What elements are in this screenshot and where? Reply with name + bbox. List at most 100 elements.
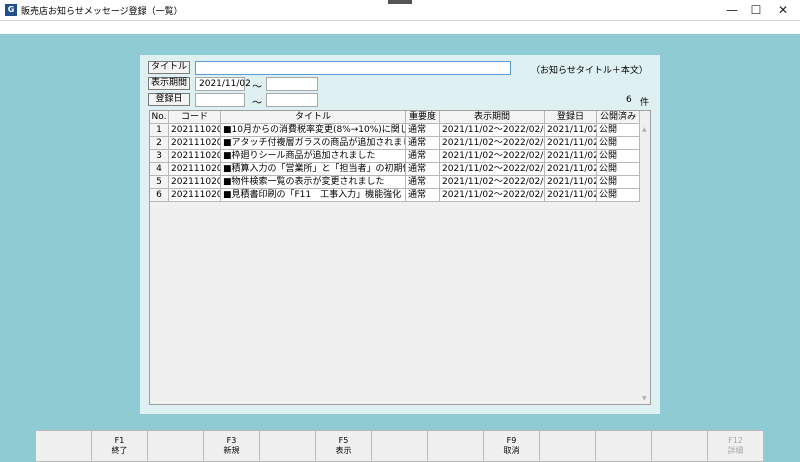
row-number: 1 — [150, 124, 169, 137]
table-row[interactable]: 52021110205■物件検索一覧の表示が変更されました通常2021/11/0… — [150, 176, 640, 189]
app-icon: G — [5, 4, 17, 16]
period-to-input[interactable] — [266, 77, 318, 91]
priority-cell: 通常 — [406, 189, 440, 202]
row-number: 6 — [150, 189, 169, 202]
published-cell: 公開 — [597, 150, 640, 163]
table-row[interactable]: 22021110202■アタッチ付複層ガラスの商品が追加されました通常2021/… — [150, 137, 640, 150]
fkey-code: F3 — [226, 436, 237, 445]
menu-strip — [0, 21, 800, 34]
title-cell: ■積算入力の「営業所」と「担当者」の初期値 — [221, 163, 406, 176]
drag-grip[interactable] — [388, 0, 412, 4]
vertical-scrollbar[interactable]: ▲ ▼ — [641, 125, 650, 404]
table-row[interactable]: 62021110206■見積書印刷の「F11 工事入力」機能強化通常2021/1… — [150, 189, 640, 202]
fkey-label: 新規 — [223, 446, 240, 455]
code-cell: 2021110203 — [169, 150, 221, 163]
title-cell: ■枠廻りシール商品が追加されました — [221, 150, 406, 163]
fkey-blank-button[interactable] — [427, 430, 484, 462]
registered-cell: 2021/11/02 — [545, 137, 597, 150]
registered-cell: 2021/11/02 — [545, 189, 597, 202]
title-filter-input[interactable] — [195, 61, 511, 75]
priority-cell: 通常 — [406, 150, 440, 163]
period-cell: 2021/11/02～2022/02/02 — [440, 124, 545, 137]
priority-cell: 通常 — [406, 137, 440, 150]
row-number: 5 — [150, 176, 169, 189]
header-priority[interactable]: 重要度 — [406, 111, 440, 124]
header-published[interactable]: 公開済み — [597, 111, 640, 124]
fkey-f5-button[interactable]: F5 表示 — [315, 430, 372, 462]
fkey-blank-button[interactable] — [371, 430, 428, 462]
fkey-label: 表示 — [335, 446, 352, 455]
fkey-f9-button[interactable]: F9 取消 — [483, 430, 540, 462]
fkey-code: F12 — [728, 436, 743, 445]
header-code[interactable]: コード — [169, 111, 221, 124]
title-cell: ■見積書印刷の「F11 工事入力」機能強化 — [221, 189, 406, 202]
reg-date-filter-label[interactable]: 登録日 — [148, 93, 190, 106]
period-cell: 2021/11/02～2022/02/02 — [440, 189, 545, 202]
table-row[interactable]: 12021110201■10月からの消費税率変更(8%→10%)に関して通常20… — [150, 124, 640, 137]
row-number: 3 — [150, 150, 169, 163]
window-title: 販売店お知らせメッセージ登録（一覧） — [21, 7, 183, 17]
priority-cell: 通常 — [406, 124, 440, 137]
header-title[interactable]: タイトル — [221, 111, 406, 124]
period-cell: 2021/11/02～2022/02/02 — [440, 137, 545, 150]
fkey-code: F5 — [338, 436, 349, 445]
header-registered[interactable]: 登録日 — [545, 111, 597, 124]
published-cell: 公開 — [597, 176, 640, 189]
row-number: 2 — [150, 137, 169, 150]
code-cell: 2021110204 — [169, 163, 221, 176]
fkey-blank-button[interactable] — [147, 430, 204, 462]
registered-cell: 2021/11/02 — [545, 163, 597, 176]
fkey-blank-button[interactable] — [595, 430, 652, 462]
code-cell: 2021110202 — [169, 137, 221, 150]
fkey-label: 取消 — [503, 446, 520, 455]
fkey-label: 詳細 — [727, 446, 744, 455]
title-filter-label[interactable]: タイトル — [148, 61, 190, 74]
fkey-f1-button[interactable]: F1 終了 — [91, 430, 148, 462]
published-cell: 公開 — [597, 163, 640, 176]
title-bar: G 販売店お知らせメッセージ登録（一覧） — ☐ ✕ — [0, 0, 800, 21]
period-cell: 2021/11/02～2022/02/02 — [440, 176, 545, 189]
reg-tilde: ～ — [252, 98, 262, 109]
period-cell: 2021/11/02～2022/02/02 — [440, 163, 545, 176]
fkey-blank-button[interactable] — [35, 430, 92, 462]
result-count: 6 — [626, 95, 632, 105]
fkey-blank-button[interactable] — [539, 430, 596, 462]
fkey-blank-button[interactable] — [259, 430, 316, 462]
registered-cell: 2021/11/02 — [545, 124, 597, 137]
code-cell: 2021110205 — [169, 176, 221, 189]
header-period[interactable]: 表示期間 — [440, 111, 545, 124]
priority-cell: 通常 — [406, 163, 440, 176]
period-tilde: ～ — [252, 82, 262, 93]
published-cell: 公開 — [597, 189, 640, 202]
title-cell: ■物件検索一覧の表示が変更されました — [221, 176, 406, 189]
published-cell: 公開 — [597, 124, 640, 137]
fkey-f12-button[interactable]: F12 詳細 — [707, 430, 764, 462]
fkey-code: F1 — [114, 436, 125, 445]
result-count-unit: 件 — [640, 98, 650, 108]
reg-from-input[interactable] — [195, 93, 245, 107]
period-cell: 2021/11/02～2022/02/02 — [440, 150, 545, 163]
message-list-grid[interactable]: ▲ ▼ No.コードタイトル重要度表示期間登録日公開済み12021110201■… — [149, 110, 651, 405]
row-number: 4 — [150, 163, 169, 176]
registered-cell: 2021/11/02 — [545, 150, 597, 163]
close-button[interactable]: ✕ — [766, 0, 800, 21]
period-filter-label[interactable]: 表示期間 — [148, 77, 190, 90]
code-cell: 2021110206 — [169, 189, 221, 202]
fkey-blank-button[interactable] — [651, 430, 708, 462]
registered-cell: 2021/11/02 — [545, 176, 597, 189]
scroll-up-icon[interactable]: ▲ — [642, 126, 647, 133]
header-no[interactable]: No. — [150, 111, 169, 124]
fkey-f3-button[interactable]: F3 新規 — [203, 430, 260, 462]
reg-to-input[interactable] — [266, 93, 318, 107]
title-cell: ■アタッチ付複層ガラスの商品が追加されました — [221, 137, 406, 150]
scroll-down-icon[interactable]: ▼ — [642, 395, 647, 402]
table-row[interactable]: 42021110204■積算入力の「営業所」と「担当者」の初期値通常2021/1… — [150, 163, 640, 176]
code-cell: 2021110201 — [169, 124, 221, 137]
period-from-input[interactable]: 2021/11/02 — [195, 77, 251, 91]
function-key-bar: F1 終了 F3 新規 F5 表示 F9 取消 F12 詳細 — [35, 430, 765, 462]
table-row[interactable]: 32021110203■枠廻りシール商品が追加されました通常2021/11/02… — [150, 150, 640, 163]
fkey-label: 終了 — [111, 446, 128, 455]
title-filter-hint: （お知らせタイトル＋本文） — [531, 66, 648, 76]
fkey-code: F9 — [506, 436, 517, 445]
title-cell: ■10月からの消費税率変更(8%→10%)に関して — [221, 124, 406, 137]
